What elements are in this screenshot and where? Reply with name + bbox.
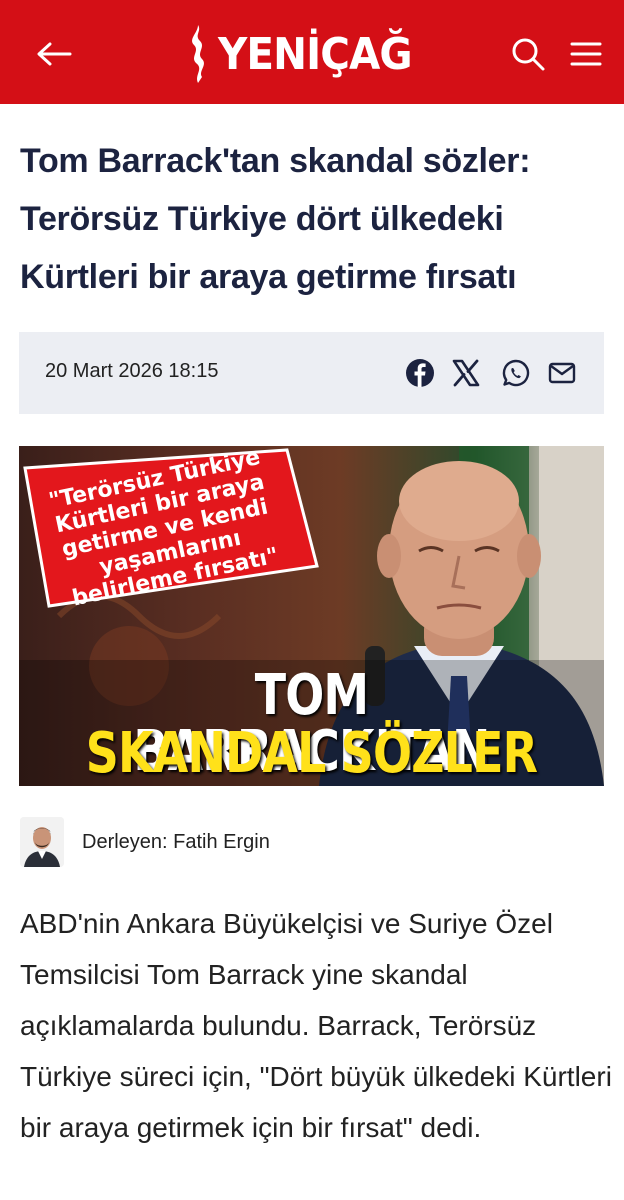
- article-title: Tom Barrack'tan skandal sözler: Terörsüz…: [20, 142, 531, 296]
- search-icon: [512, 38, 545, 71]
- author-portrait-icon: [20, 817, 64, 867]
- hero-headline-line2: SKANDAL SÖZLER: [85, 721, 538, 786]
- menu-icon: [570, 42, 602, 66]
- mail-icon: [548, 362, 576, 384]
- site-logo[interactable]: YENİÇAĞ: [184, 22, 429, 86]
- logo-text: YENİÇAĞ: [218, 28, 413, 80]
- facebook-icon: [406, 359, 434, 387]
- quote-text: "Terörsüz Türkiye Kürtleri bir araya get…: [46, 446, 281, 612]
- author-byline: Derleyen: Fatih Ergin: [20, 816, 270, 868]
- share-facebook-button[interactable]: [403, 356, 437, 390]
- back-button[interactable]: [30, 36, 78, 72]
- publish-date: 20 Mart 2026 18:15: [45, 360, 219, 382]
- quote-card: "Terörsüz Türkiye Kürtleri bir araya get…: [25, 446, 315, 611]
- share-whatsapp-button[interactable]: [499, 356, 533, 390]
- author-avatar[interactable]: [20, 817, 64, 867]
- article-body: ABD'nin Ankara Büyükelçisi ve Suriye Öze…: [20, 908, 612, 1143]
- whatsapp-icon: [502, 359, 530, 387]
- top-navigation-bar: YENİÇAĞ: [0, 0, 624, 104]
- search-button[interactable]: [508, 34, 548, 74]
- share-x-button[interactable]: [449, 356, 483, 390]
- article-hero-image[interactable]: "Terörsüz Türkiye Kürtleri bir araya get…: [19, 446, 604, 786]
- menu-button[interactable]: [566, 36, 606, 72]
- author-name[interactable]: Derleyen: Fatih Ergin: [82, 831, 270, 854]
- logo-mark-icon: [192, 25, 204, 83]
- back-arrow-icon: [37, 42, 72, 66]
- x-icon: [452, 359, 480, 387]
- article-meta-bar: 20 Mart 2026 18:15: [19, 332, 604, 414]
- share-mail-button[interactable]: [545, 356, 579, 390]
